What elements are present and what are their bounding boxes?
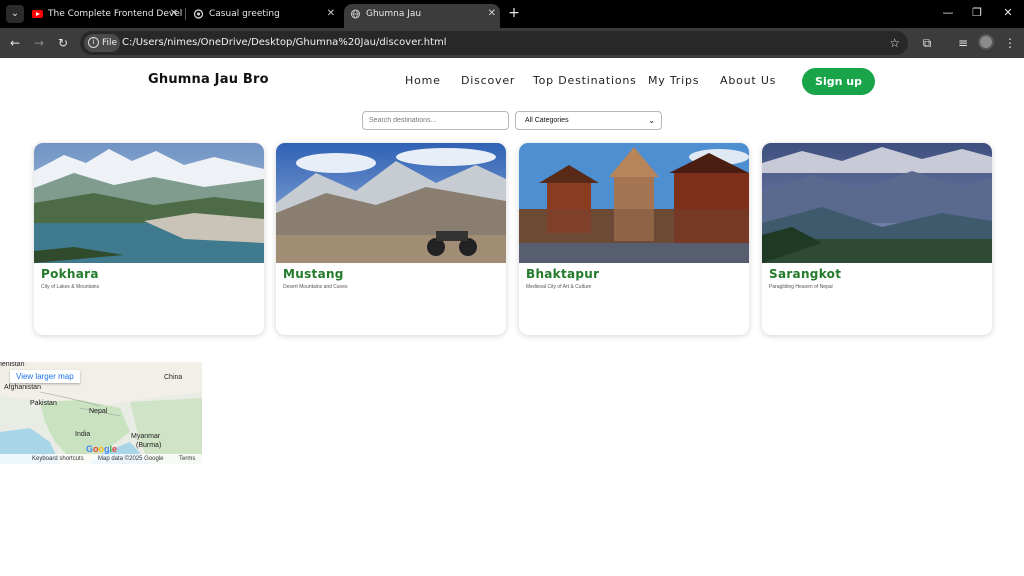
tab-frontend-course[interactable]: The Complete Frontend Develo ✕: [26, 4, 182, 24]
forward-icon[interactable]: →: [30, 34, 48, 52]
map-label-burma: (Burma): [136, 442, 162, 449]
category-select-value: All Categories: [525, 117, 569, 124]
nav-my-trips[interactable]: My Trips: [648, 74, 699, 87]
bookmark-star-icon[interactable]: ☆: [889, 31, 900, 55]
map-label-nepal: Nepal: [89, 408, 108, 415]
destination-card-bhaktapur[interactable]: Bhaktapur Medieval City of Art & Culture: [519, 143, 749, 335]
tab-title: The Complete Frontend Develo: [48, 9, 182, 19]
profile-avatar[interactable]: [978, 34, 994, 50]
extensions-icon[interactable]: ⧉: [918, 34, 936, 52]
new-tab-button[interactable]: +: [506, 4, 522, 22]
url-text[interactable]: C:/Users/nimes/OneDrive/Desktop/Ghumna%2…: [122, 31, 447, 55]
page-content: Ghumna Jau Bro Home Discover Top Destina…: [0, 58, 1024, 576]
map-label-pakistan: Pakistan: [30, 400, 57, 407]
destination-name: Bhaktapur: [526, 267, 600, 281]
category-select[interactable]: All Categories ⌄: [515, 111, 662, 130]
destination-card-mustang[interactable]: Mustang Desert Mountains and Caves: [276, 143, 506, 335]
destination-name: Pokhara: [41, 267, 99, 281]
embedded-map[interactable]: nenistan Afghanistan Pakistan China Nepa…: [0, 362, 202, 464]
map-label-afghanistan: Afghanistan: [4, 384, 41, 391]
reading-list-icon[interactable]: ≡: [954, 34, 972, 52]
map-label-myanmar: Myanmar: [131, 433, 161, 440]
nav-top-destinations[interactable]: Top Destinations: [533, 74, 637, 87]
chatgpt-icon: [193, 9, 204, 19]
reload-icon[interactable]: ↻: [54, 34, 72, 52]
tab-casual-greeting[interactable]: Casual greeting ✕: [187, 4, 339, 24]
brand-logo-text[interactable]: Ghumna Jau Bro: [148, 72, 269, 87]
google-logo: Google: [86, 444, 118, 454]
map-footer: Keyboard shortcuts Map data ©2025 Google…: [0, 454, 202, 464]
nav-discover[interactable]: Discover: [461, 74, 515, 87]
destination-name: Sarangkot: [769, 267, 842, 281]
back-icon[interactable]: ←: [6, 34, 24, 52]
mustang-image: [276, 143, 506, 263]
globe-icon: [351, 9, 360, 19]
tab-title: Ghumna Jau: [366, 9, 422, 19]
close-tab-icon[interactable]: ✕: [327, 4, 335, 24]
keyboard-shortcuts-link[interactable]: Keyboard shortcuts: [32, 454, 84, 464]
search-input[interactable]: [362, 111, 509, 130]
sarangkot-image: [762, 143, 992, 263]
nav-home[interactable]: Home: [405, 74, 441, 87]
map-label-stan: nenistan: [0, 362, 25, 368]
destination-card-pokhara[interactable]: Pokhara City of Lakes & Mountains: [34, 143, 264, 335]
tab-ghumna-jau[interactable]: Ghumna Jau ✕: [344, 4, 500, 28]
browser-toolbar: ← → ↻ i File C:/Users/nimes/OneDrive/Des…: [0, 28, 1024, 58]
destination-subtitle: Desert Mountains and Caves: [283, 284, 348, 290]
map-label-india: India: [75, 431, 91, 438]
tab-search-chevron-icon[interactable]: ⌄: [6, 5, 24, 23]
menu-kebab-icon[interactable]: ⋮: [1001, 34, 1019, 52]
destination-subtitle: City of Lakes & Mountains: [41, 284, 100, 290]
restore-icon[interactable]: ❐: [967, 4, 987, 22]
terms-link[interactable]: Terms: [179, 454, 195, 464]
close-tab-icon[interactable]: ✕: [488, 4, 496, 24]
close-window-icon[interactable]: ✕: [998, 4, 1018, 22]
bhaktapur-image: [519, 143, 749, 263]
map-data-text: Map data ©2025 Google: [98, 456, 164, 462]
youtube-icon: [32, 10, 43, 18]
tab-title: Casual greeting: [209, 9, 280, 19]
destination-subtitle: Paragliding Heaven of Nepal: [769, 284, 833, 290]
nav-about-us[interactable]: About Us: [720, 74, 776, 87]
close-tab-icon[interactable]: ✕: [170, 4, 178, 24]
pokhara-image: [34, 143, 264, 263]
tab-divider: [185, 8, 186, 20]
minimize-icon[interactable]: —: [938, 4, 958, 22]
chevron-down-icon: ⌄: [648, 116, 655, 125]
destination-card-sarangkot[interactable]: Sarangkot Paragliding Heaven of Nepal: [762, 143, 992, 335]
view-larger-map-link[interactable]: View larger map: [10, 370, 80, 383]
destination-subtitle: Medieval City of Art & Culture: [526, 284, 592, 290]
site-info-chip[interactable]: i File: [84, 34, 120, 52]
chip-label: File: [102, 38, 118, 48]
address-bar[interactable]: i File C:/Users/nimes/OneDrive/Desktop/G…: [80, 31, 908, 55]
browser-tabstrip: ⌄ The Complete Frontend Develo ✕ Casual …: [0, 0, 1024, 28]
signup-button[interactable]: Sign up: [802, 68, 875, 95]
map-label-china: China: [164, 374, 183, 381]
info-icon: i: [88, 37, 99, 48]
destination-name: Mustang: [283, 267, 344, 281]
